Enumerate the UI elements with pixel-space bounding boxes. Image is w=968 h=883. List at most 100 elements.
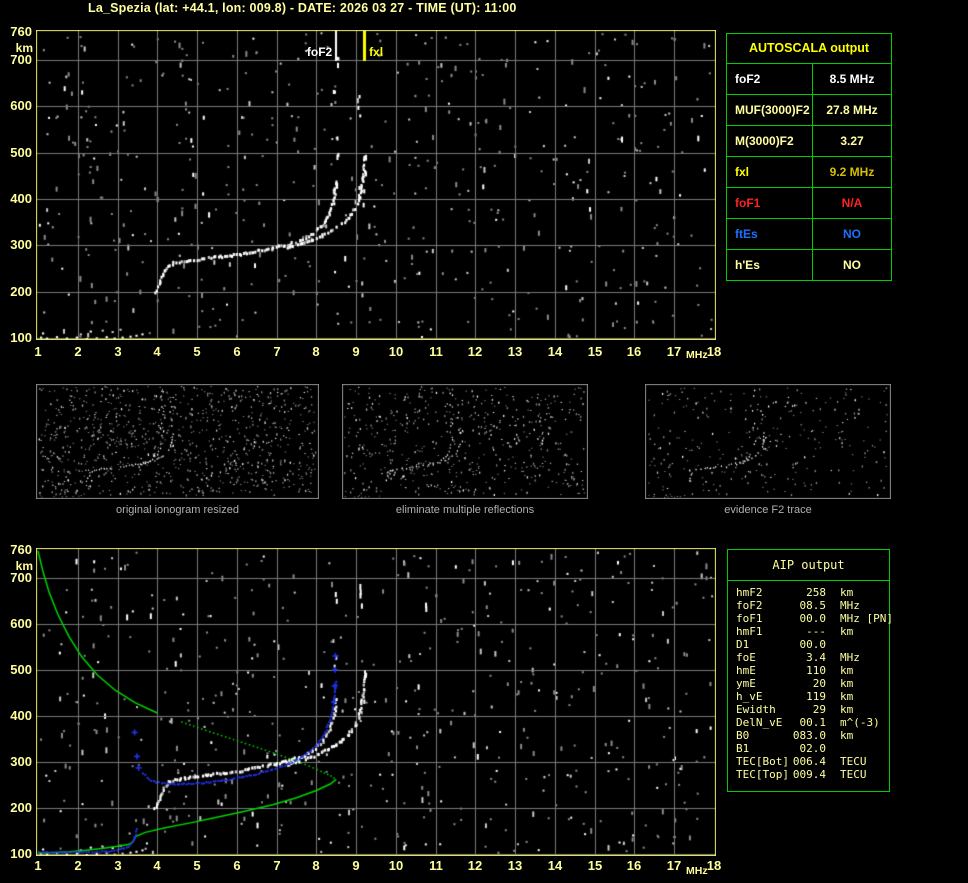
aip-unit xyxy=(840,742,889,755)
aip-gap xyxy=(826,599,840,612)
panel-caption-original: original ionogram resized xyxy=(116,504,239,516)
autoscala-param-value: NO xyxy=(843,258,861,272)
aip-unit xyxy=(840,638,889,651)
aip-val: 00.0 xyxy=(799,612,827,625)
x-tick-bottom-14: 14 xyxy=(547,858,563,873)
y-tick-top-600: 600 xyxy=(10,98,32,113)
autoscala-param-label: foF2 xyxy=(727,64,813,94)
panel-original-ionogram-canvas xyxy=(36,384,319,499)
aip-row-yme: ymE 20 km xyxy=(736,677,889,690)
aip-name: hmE xyxy=(736,664,756,677)
aip-row-tecbot: TEC[Bot] 006.4 TECU xyxy=(736,755,889,768)
aip-gap xyxy=(826,742,840,755)
aip-name: ymE xyxy=(736,677,756,690)
x-tick-bottom-5: 5 xyxy=(193,858,201,873)
autoscala-param-value: NO xyxy=(843,227,861,241)
aip-gap xyxy=(826,625,840,638)
aip-gap xyxy=(826,716,840,729)
aip-row-ewidth: Ewidth 29 km xyxy=(736,703,889,716)
x-tick-top-6: 6 xyxy=(233,344,241,359)
aip-unit: m^(-3) xyxy=(840,716,880,729)
autoscala-param-value: N/A xyxy=(841,196,863,210)
autoscala-table-header: AUTOSCALA output xyxy=(748,41,870,55)
aip-val: 006.4 xyxy=(792,755,826,768)
x-tick-top-3: 3 xyxy=(114,344,122,359)
x-tick-bottom-9: 9 xyxy=(352,858,360,873)
aip-unit: km xyxy=(840,677,854,690)
x-tick-bottom-4: 4 xyxy=(153,858,161,873)
autoscala-table-body: foF2 8.5 MHz MUF(3000)F2 27.8 MHz M(3000)F2 3… xyxy=(727,63,891,280)
aip-row-hve: h_vE 119 km xyxy=(736,690,889,703)
aip-val: 119 xyxy=(806,690,826,703)
panel-evidence-f2-canvas xyxy=(645,384,891,499)
aip-unit: km xyxy=(840,703,854,716)
autoscala-param-label: fxl xyxy=(727,157,813,187)
autoscala-param-value: 3.27 xyxy=(840,134,864,148)
y-tick-bottom-600: 600 xyxy=(10,616,32,631)
autoscala-row-fxl: fxl 9.2 MHz xyxy=(727,156,891,187)
x-tick-top-9: 9 xyxy=(352,344,360,359)
x-tick-top-18: 18 xyxy=(706,344,722,359)
aip-unit: TECU xyxy=(840,768,867,781)
aip-val: 29 xyxy=(812,703,826,716)
aip-unit: km xyxy=(840,690,854,703)
aip-name: D1 xyxy=(736,638,750,651)
x-tick-bottom-6: 6 xyxy=(233,858,241,873)
x-tick-top-7: 7 xyxy=(273,344,281,359)
aip-unit: TECU xyxy=(840,755,867,768)
aip-val: 083.0 xyxy=(792,729,826,742)
aip-name: Ewidth xyxy=(736,703,776,716)
aip-unit: km xyxy=(840,625,854,638)
aip-row-fof1: foF1 00.0 MHz [PN] xyxy=(736,612,893,625)
aip-table: AIP output hmF2 258 km foF2 08.5 MHz foF1 00.0 M… xyxy=(727,549,893,792)
y-tick-top-200: 200 xyxy=(10,284,32,299)
aip-val: 00.1 xyxy=(799,716,827,729)
x-tick-bottom-7: 7 xyxy=(273,858,281,873)
x-tick-bottom-13: 13 xyxy=(507,858,523,873)
aip-gap xyxy=(826,586,840,599)
aip-table-header: AIP output xyxy=(728,550,889,581)
aip-name: DelN_vE xyxy=(736,716,783,729)
y-tick-bottom-760: 760 xyxy=(10,542,32,557)
aip-val: 009.4 xyxy=(792,768,826,781)
bottom-ionogram-profile-canvas xyxy=(36,548,716,856)
autoscala-row-fof2: foF2 8.5 MHz xyxy=(727,63,891,94)
fof2-marker-label: foF2 xyxy=(306,45,333,59)
x-tick-top-5: 5 xyxy=(193,344,201,359)
autoscala-param-value: 8.5 MHz xyxy=(829,72,875,86)
aip-val: 08.5 xyxy=(799,599,827,612)
autoscala-param-label: MUF(3000)F2 xyxy=(727,95,813,125)
aip-name: TEC[Bot] xyxy=(736,755,789,768)
aip-row-d1: D1 00.0 xyxy=(736,638,889,651)
aip-gap xyxy=(826,638,840,651)
x-tick-bottom-10: 10 xyxy=(388,858,404,873)
y-tick-bottom-500: 500 xyxy=(10,662,32,677)
y-tick-bottom-300: 300 xyxy=(10,754,32,769)
aip-name: foF2 xyxy=(736,599,763,612)
autoscala-window: La_Spezia (lat: +44.1, lon: 009.8) - DAT… xyxy=(0,0,968,883)
panel-eliminate-reflections-canvas xyxy=(342,384,588,499)
y-tick-top-760: 760 xyxy=(10,24,32,39)
x-tick-bottom-2: 2 xyxy=(74,858,82,873)
aip-gap xyxy=(826,755,840,768)
autoscala-param-label: ftEs xyxy=(727,219,813,249)
x-tick-bottom-11: 11 xyxy=(429,858,443,873)
aip-row-hmf2: hmF2 258 km xyxy=(736,586,889,599)
aip-val: 00.0 xyxy=(799,638,827,651)
x-tick-top-1: 1 xyxy=(34,344,42,359)
autoscala-param-label: M(3000)F2 xyxy=(727,126,813,156)
autoscala-row-muf3000f2: MUF(3000)F2 27.8 MHz xyxy=(727,94,891,125)
y-tick-top-300: 300 xyxy=(10,237,32,252)
aip-name: foE xyxy=(736,651,756,664)
y-tick-bottom-700: 700 xyxy=(10,570,32,585)
x-tick-top-16: 16 xyxy=(626,344,642,359)
aip-name: hmF1 xyxy=(736,625,763,638)
autoscala-row-m3000f2: M(3000)F2 3.27 xyxy=(727,125,891,156)
panel-caption-f2trace: evidence F2 trace xyxy=(724,504,812,516)
aip-table-body: hmF2 258 km foF2 08.5 MHz foF1 00.0 MHz [PN] hmF1… xyxy=(728,581,893,781)
aip-gap xyxy=(826,690,840,703)
aip-row-delnve: DelN_vE 00.1 m^(-3) xyxy=(736,716,889,729)
aip-val: 02.0 xyxy=(799,742,827,755)
x-tick-top-8: 8 xyxy=(312,344,320,359)
aip-unit: MHz xyxy=(840,599,860,612)
